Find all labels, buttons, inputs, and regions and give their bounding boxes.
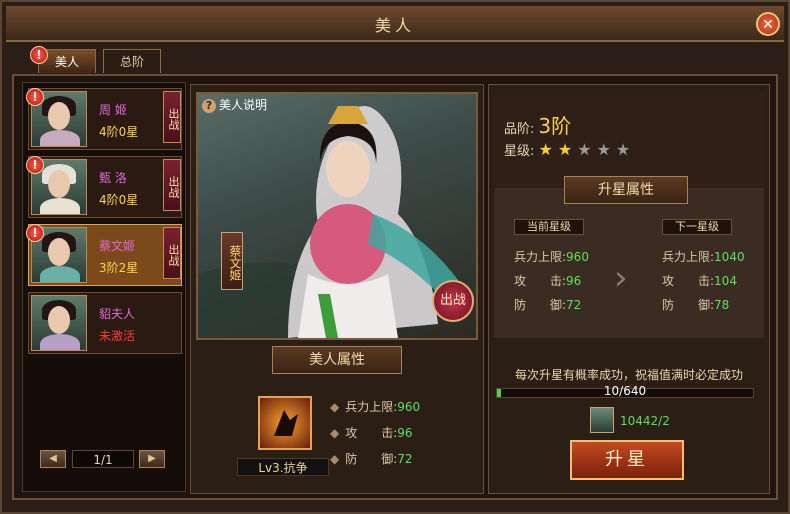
star-row: 星级: ★ ★ ★ ★ ★ — [504, 140, 635, 159]
attr-row: ◆ 兵力上限:960 — [330, 400, 421, 414]
next-attr-row: 兵力上限:1040 — [662, 250, 745, 264]
next-star-header: 下一星级 — [662, 219, 732, 235]
prev-page-button[interactable]: ◀ — [40, 450, 66, 468]
deploy-button[interactable]: 出战 — [432, 280, 474, 322]
alert-icon: ! — [26, 156, 44, 174]
star-empty-icon: ★ — [596, 140, 611, 159]
star-filled-icon: ★ — [538, 140, 553, 159]
star-attr-title: 升星属性 — [564, 176, 688, 204]
page-indicator: 1/1 — [72, 450, 134, 468]
beauty-help-link[interactable]: ? 美人说明 — [202, 96, 267, 113]
deploy-tag[interactable]: 出战 — [163, 159, 181, 211]
beauty-level: 4阶0星 — [99, 193, 139, 207]
star-rating: ★ ★ ★ ★ ★ — [539, 140, 636, 159]
beauty-name-badge: 蔡文姬 — [221, 232, 243, 290]
list-item-selected[interactable]: 蔡文姬 3阶2星 出战 — [28, 224, 182, 286]
skill-label: Lv3.抗争 — [237, 458, 329, 476]
star-empty-icon: ★ — [577, 140, 592, 159]
star-filled-icon: ★ — [557, 140, 573, 159]
help-icon: ? — [202, 99, 216, 113]
list-item[interactable]: 貂夫人 未激活 — [28, 292, 182, 354]
current-star-header: 当前星级 — [514, 219, 584, 235]
current-attr-row: 攻 击:96 — [514, 274, 582, 288]
alert-icon: ! — [26, 88, 44, 106]
list-item[interactable]: 甄 洛 4阶0星 出战 — [28, 156, 182, 218]
beauty-name: 蔡文姬 — [99, 239, 136, 253]
title-bar: 美人 — [6, 6, 784, 42]
tab-total-grade[interactable]: 总阶 — [103, 49, 161, 73]
current-attr-row: 防 御:72 — [514, 298, 582, 312]
list-item[interactable]: 周 姬 4阶0星 出战 — [28, 88, 182, 150]
grade-row: 品阶: 3阶 — [504, 114, 572, 138]
attr-row: ◆ 防 御:72 — [330, 452, 413, 466]
deploy-tag[interactable]: 出战 — [163, 91, 181, 143]
star-empty-icon: ★ — [615, 140, 631, 159]
beauty-attr-title: 美人属性 — [272, 346, 402, 374]
item-icon — [590, 407, 614, 433]
next-attr-row: 防 御:78 — [662, 298, 730, 312]
avatar — [31, 295, 87, 351]
help-label: 美人说明 — [219, 98, 268, 112]
progress-text: 10/640 — [603, 384, 647, 398]
deploy-tag[interactable]: 出战 — [163, 227, 181, 279]
next-page-button[interactable]: ▶ — [139, 450, 165, 468]
attr-row: ◆ 攻 击:96 — [330, 426, 413, 440]
beauty-name: 貂夫人 — [99, 307, 136, 321]
star-up-button[interactable]: 升星 — [570, 440, 684, 480]
alert-icon: ! — [30, 46, 48, 64]
next-attr-row: 攻 击:104 — [662, 274, 737, 288]
alert-icon: ! — [26, 224, 44, 242]
item-count: 10442/2 — [620, 414, 670, 428]
beauty-name: 周 姬 — [99, 103, 127, 117]
grade-value: 3阶 — [538, 114, 572, 138]
window-title: 美人 — [374, 16, 415, 35]
beauty-level: 4阶0星 — [99, 125, 139, 139]
skill-icon[interactable] — [258, 396, 312, 450]
beauty-status: 未激活 — [99, 329, 136, 343]
current-attr-row: 兵力上限:960 — [514, 250, 589, 264]
arrow-right-icon: › — [614, 258, 628, 298]
beauty-name: 甄 洛 — [99, 171, 127, 185]
beauty-level: 3阶2星 — [99, 261, 139, 275]
close-icon[interactable]: ✕ — [756, 12, 780, 36]
upgrade-note: 每次升星有概率成功，祝福值满时必定成功 — [514, 368, 743, 382]
